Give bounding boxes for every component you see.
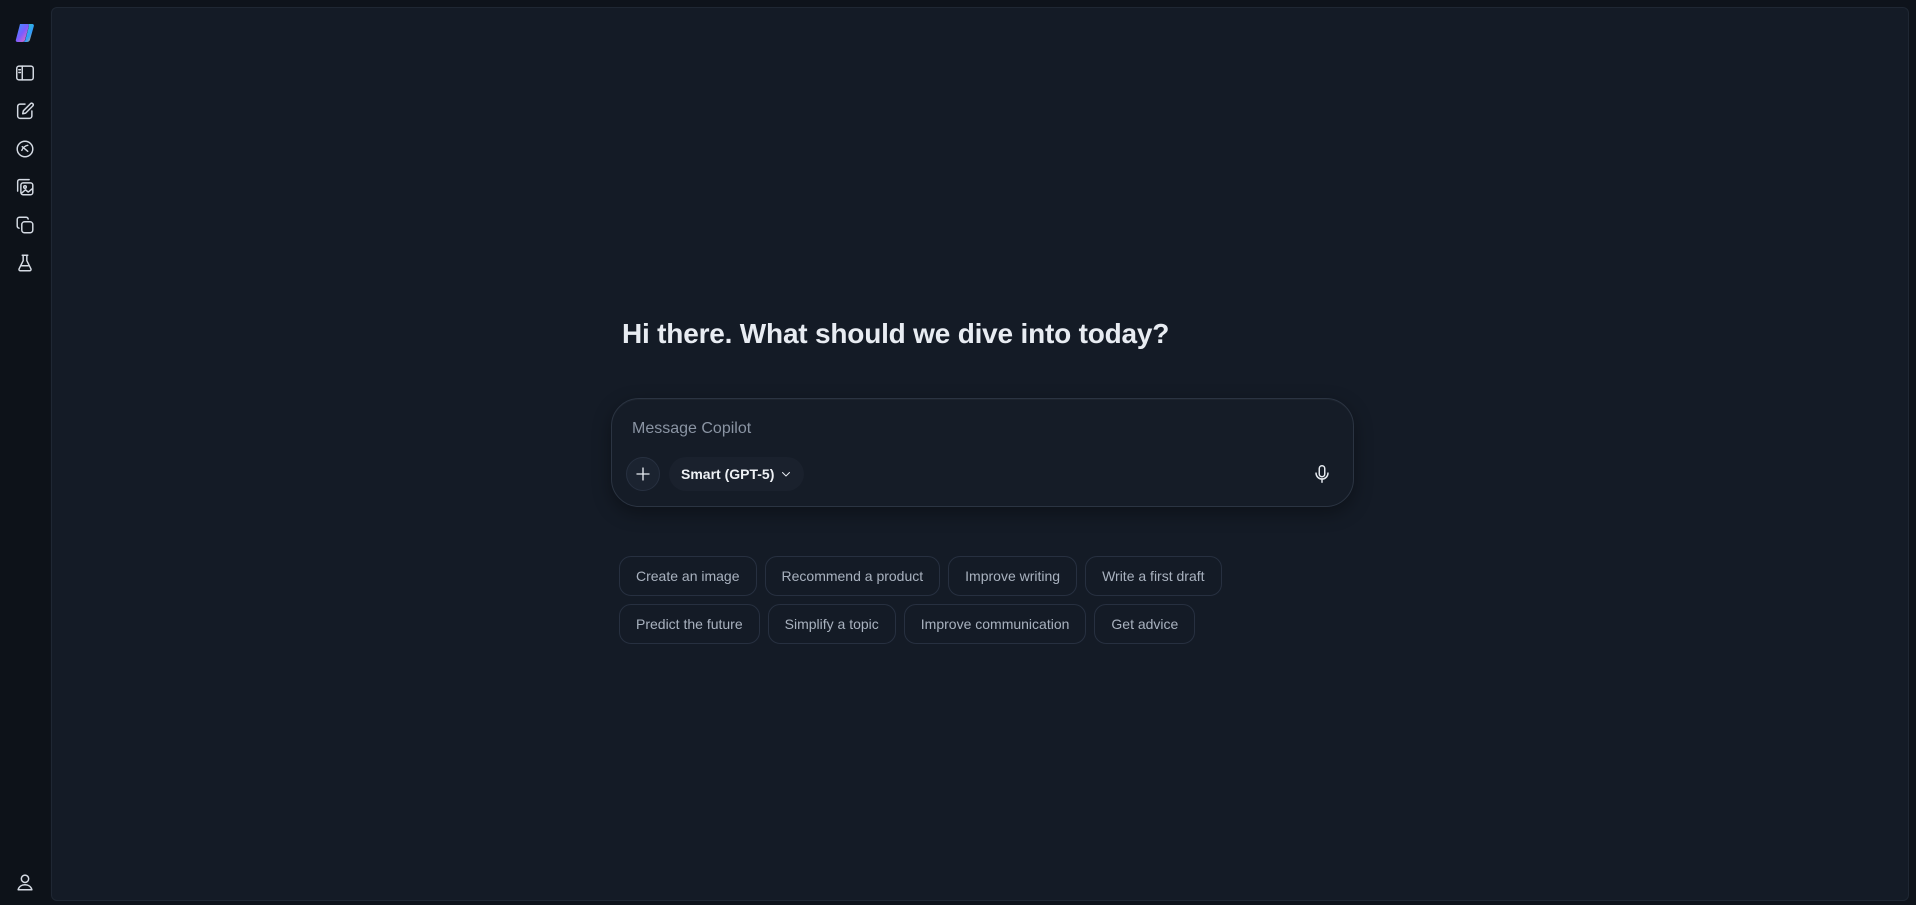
microphone-icon — [1315, 465, 1329, 483]
suggestion-chip-recommend-product[interactable]: Recommend a product — [764, 556, 941, 596]
profile-icon[interactable] — [9, 866, 41, 898]
add-attachment-button[interactable] — [626, 457, 660, 491]
suggestion-chip-predict-future[interactable]: Predict the future — [619, 604, 760, 644]
greeting-heading: Hi there. What should we dive into today… — [622, 318, 1170, 349]
suggestion-chip-simplify-topic[interactable]: Simplify a topic — [767, 604, 896, 644]
suggestions-row-2: Predict the future Simplify a topic Impr… — [619, 604, 1196, 644]
suggestion-chip-improve-writing[interactable]: Improve writing — [948, 556, 1078, 596]
left-rail — [0, 0, 50, 905]
suggestion-chip-improve-communication[interactable]: Improve communication — [903, 604, 1087, 644]
image-gallery-icon[interactable] — [9, 171, 41, 203]
plus-icon — [636, 467, 650, 481]
suggestion-chip-write-first-draft[interactable]: Write a first draft — [1085, 556, 1222, 596]
copilot-logo-icon[interactable] — [9, 17, 41, 49]
microphone-button[interactable] — [1305, 457, 1339, 491]
chevron-down-icon — [782, 472, 791, 477]
model-selector-label: Smart (GPT-5) — [681, 466, 775, 482]
suggestion-chip-create-image[interactable]: Create an image — [619, 556, 757, 596]
suggestions-row-1: Create an image Recommend a product Impr… — [619, 556, 1222, 596]
suggestion-chip-get-advice[interactable]: Get advice — [1094, 604, 1196, 644]
main-panel: Hi there. What should we dive into today… — [51, 7, 1909, 901]
message-input[interactable] — [632, 417, 1272, 441]
pages-icon[interactable] — [9, 209, 41, 241]
new-chat-icon[interactable] — [9, 95, 41, 127]
message-composer: Smart (GPT-5) — [611, 398, 1354, 507]
copilot-app: Hi there. What should we dive into today… — [0, 0, 1916, 905]
discover-icon[interactable] — [9, 133, 41, 165]
labs-flask-icon[interactable] — [9, 247, 41, 279]
model-selector-button[interactable]: Smart (GPT-5) — [669, 457, 805, 491]
sidebar-toggle-icon[interactable] — [9, 57, 41, 89]
